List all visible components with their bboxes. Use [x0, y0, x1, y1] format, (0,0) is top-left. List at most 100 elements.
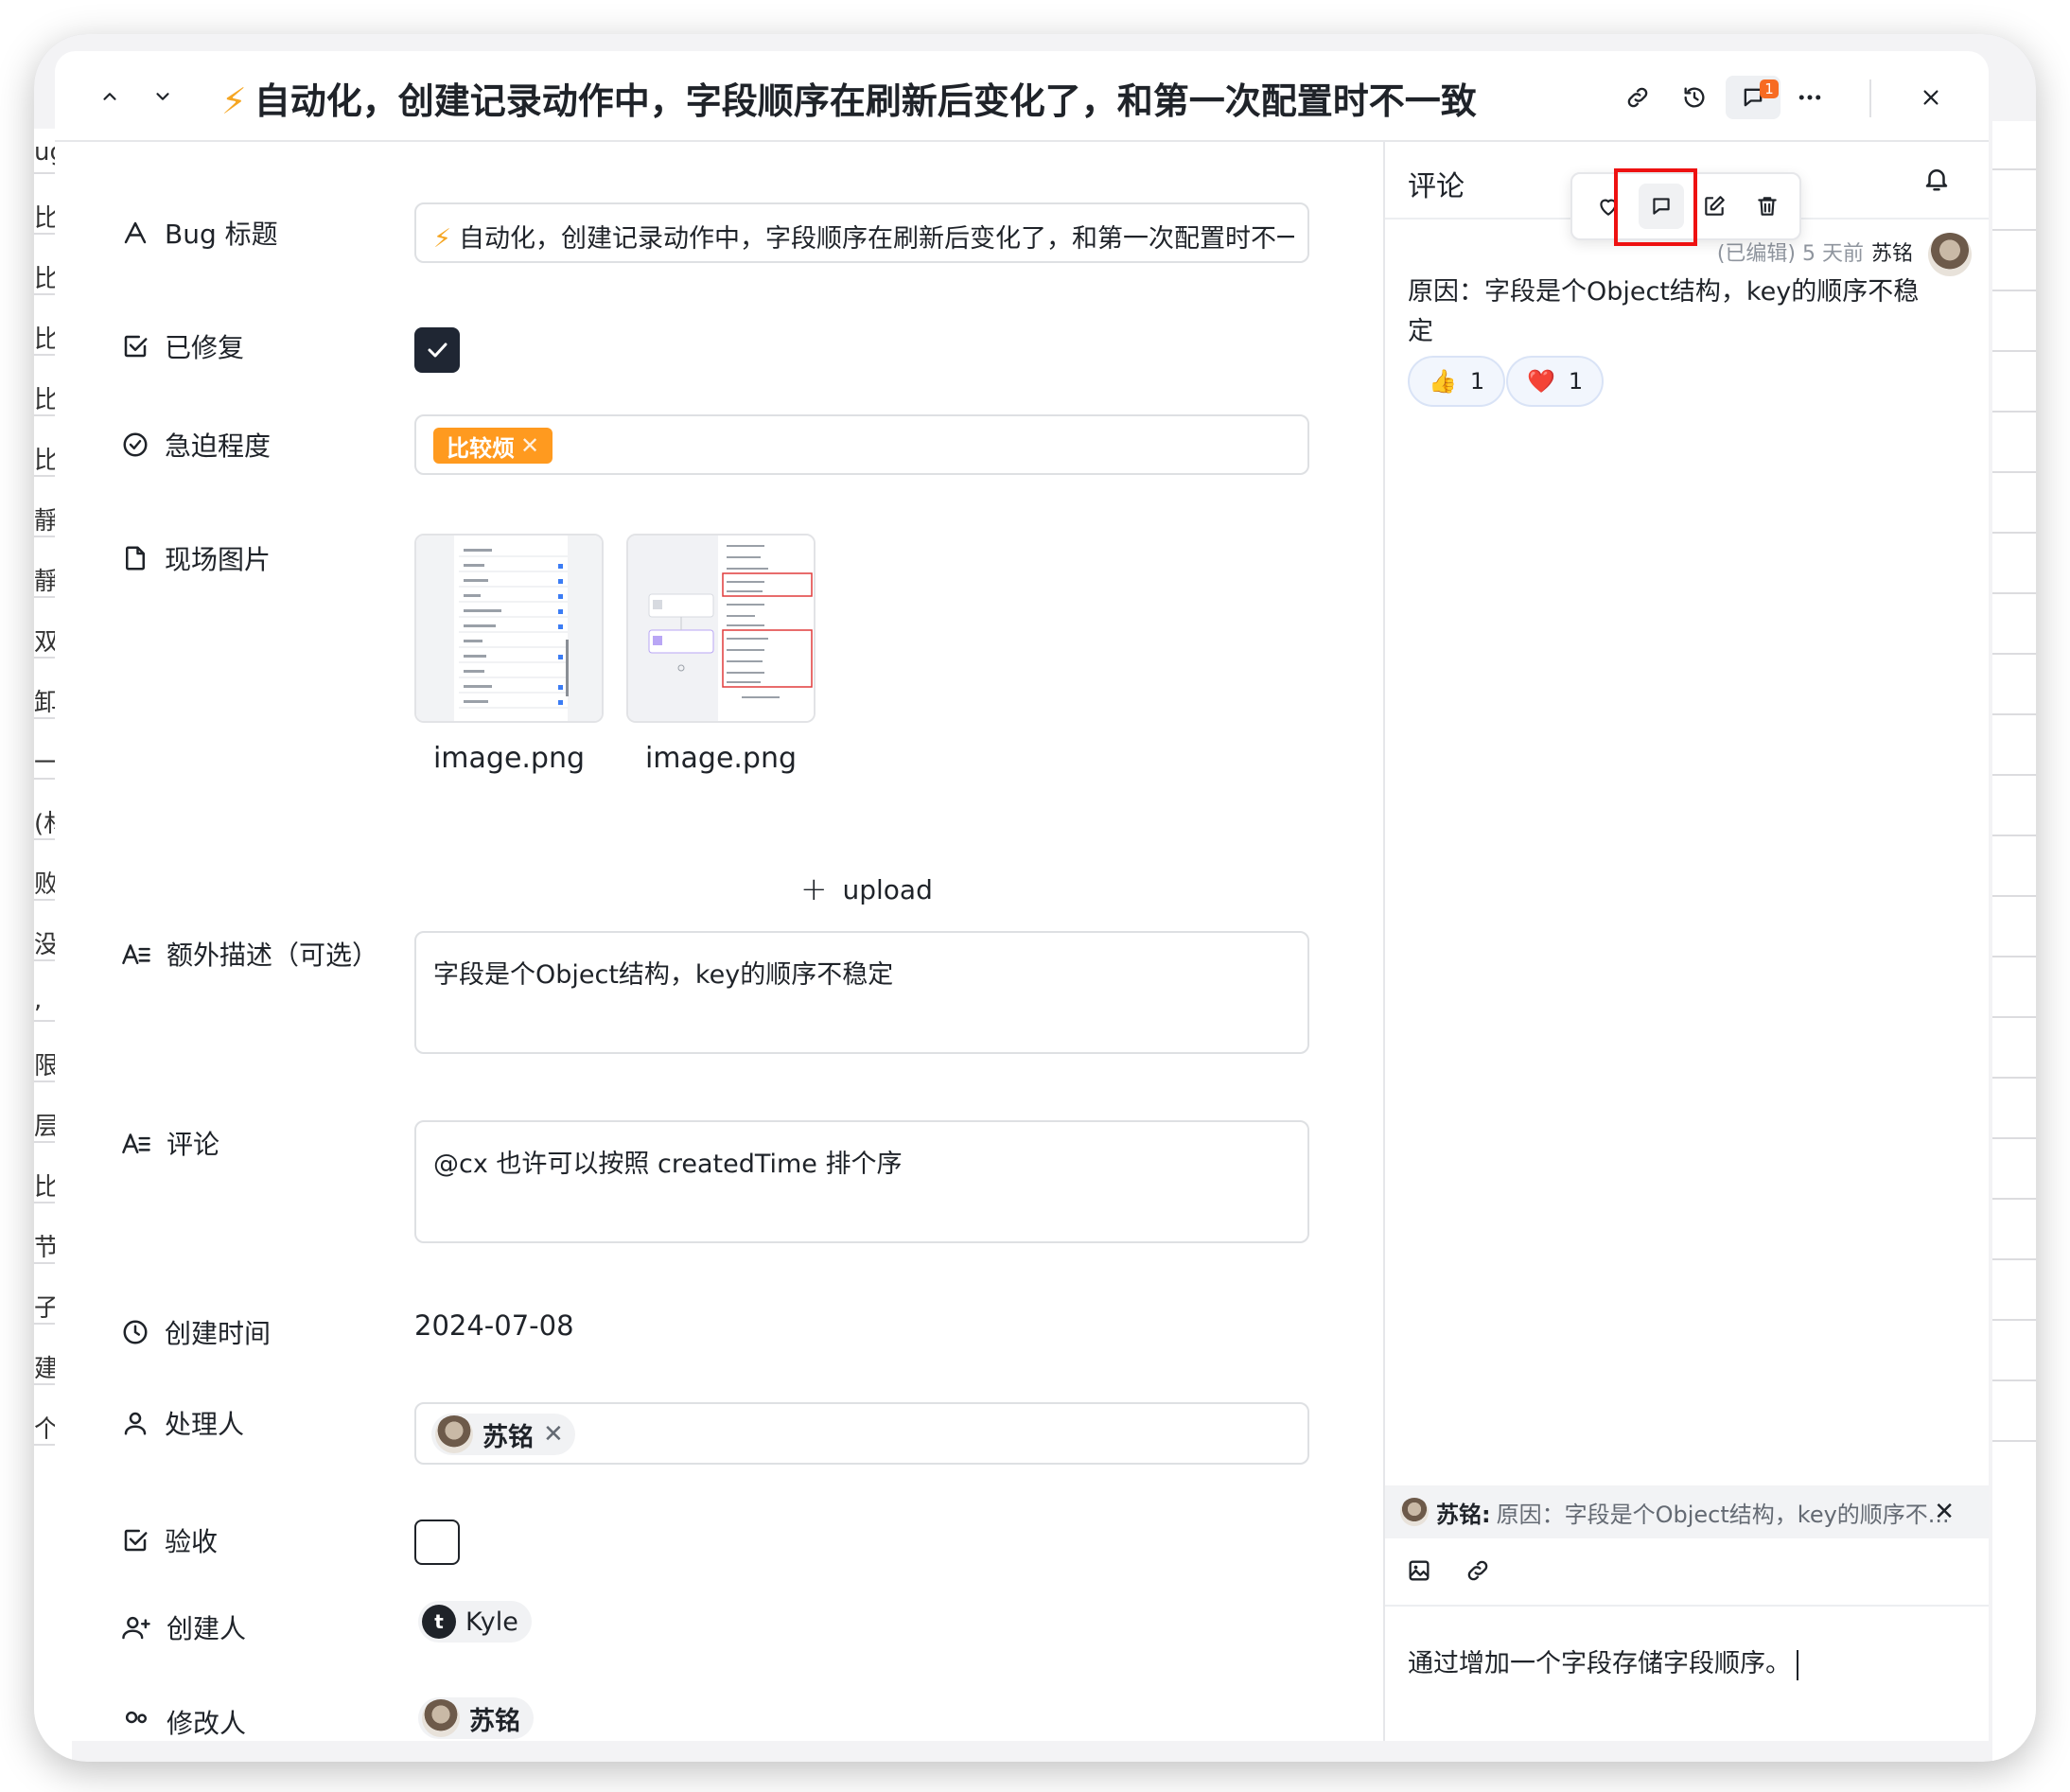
lightning-icon: ⚡	[433, 224, 451, 254]
reaction-heart[interactable]: ❤️ 1	[1506, 356, 1605, 407]
urgency-tag: 比较烦 ✕	[433, 428, 553, 464]
background-row-line	[1992, 1016, 2036, 1018]
chevron-down-icon	[156, 93, 169, 100]
comment-editor[interactable]: 通过增加一个字段存储字段顺序。	[1408, 1643, 1798, 1680]
background-row-line	[1992, 1077, 2036, 1079]
background-row-line	[1992, 350, 2036, 352]
text-type-icon	[124, 221, 147, 244]
field-label-modifier: 修改人	[121, 1703, 246, 1741]
trash-icon	[1758, 197, 1777, 216]
accepted-checkbox[interactable]	[414, 1520, 460, 1565]
background-row-line	[1992, 290, 2036, 291]
history-icon	[1684, 87, 1705, 108]
modifier-chip: 苏铭	[418, 1697, 534, 1739]
remove-tag-icon[interactable]: ✕	[520, 432, 539, 459]
background-row-line	[1992, 956, 2036, 957]
assignee-select[interactable]: 苏铭 ✕	[414, 1402, 1309, 1465]
description-textarea[interactable]: 字段是个Object结构，key的顺序不稳定	[414, 931, 1309, 1054]
urgency-select[interactable]: 比较烦 ✕	[414, 414, 1309, 475]
record-detail-modal: ⚡ 自动化，创建记录动作中，字段顺序在刷新后变化了，和第一次配置时不一致 1 Bu…	[55, 51, 1989, 1741]
field-label-text: 验收	[165, 1526, 219, 1557]
long-text-type-icon	[122, 1133, 150, 1154]
bug-title-input[interactable]: ⚡ 自动化，创建记录动作中，字段顺序在刷新后变化了，和第一次配置时不一致	[414, 202, 1309, 263]
close-icon	[1923, 90, 1938, 105]
previous-record-button[interactable]	[91, 78, 129, 115]
background-row-line	[1992, 168, 2036, 170]
remove-person-icon[interactable]: ✕	[543, 1420, 564, 1449]
photo-filename[interactable]: image.png	[414, 742, 604, 775]
comments-toggle-button[interactable]: 1	[1726, 76, 1781, 119]
checkbox-type-icon	[124, 335, 148, 358]
close-button[interactable]	[1909, 76, 1953, 119]
reply-snippet: 原因：字段是个Object结构，key的顺序不...	[1496, 1501, 1950, 1528]
photo-thumbnail[interactable]	[626, 534, 816, 723]
field-label-accepted: 验收	[121, 1521, 218, 1559]
upload-button[interactable]: + upload	[800, 870, 933, 908]
field-label-text: 评论	[167, 1129, 220, 1160]
next-record-button[interactable]	[144, 78, 182, 115]
page-title: ⚡ 自动化，创建记录动作中，字段顺序在刷新后变化了，和第一次配置时不一致	[221, 72, 1477, 124]
field-label-assignee: 处理人	[121, 1404, 244, 1442]
subscribe-button[interactable]	[1922, 165, 1951, 197]
delete-button[interactable]	[1745, 184, 1790, 229]
assignee-name: 苏铭	[482, 1422, 534, 1452]
fixed-checkbox[interactable]	[414, 327, 460, 373]
chevron-up-icon	[103, 93, 116, 100]
assignee-chip: 苏铭 ✕	[431, 1414, 575, 1455]
background-row-line	[1992, 1258, 2036, 1260]
field-label-text: Bug 标题	[165, 219, 278, 250]
reaction-count: 1	[1568, 368, 1584, 395]
comment-textarea[interactable]: @cx 也许可以按照 createdTime 排个序	[414, 1120, 1309, 1243]
background-row-line	[1992, 411, 2036, 413]
field-label-comment: 评论	[121, 1124, 219, 1162]
comment-count-badge: 1	[1760, 79, 1779, 98]
thumbs-up-icon: 👍	[1429, 368, 1457, 395]
created-time-value: 2024-07-08	[414, 1309, 574, 1342]
people-icon	[125, 1711, 148, 1724]
header-divider	[1869, 79, 1871, 117]
background-row-line	[1992, 532, 2036, 534]
plus-icon: +	[800, 870, 828, 908]
field-label-text: 急迫程度	[165, 430, 272, 462]
creator-name: Kyle	[465, 1607, 518, 1637]
comment-value: @cx 也许可以按照 createdTime 排个序	[433, 1150, 903, 1179]
background-row-line	[1992, 1319, 2036, 1321]
description-value: 字段是个Object结构，key的顺序不稳定	[433, 960, 894, 990]
history-button[interactable]	[1673, 76, 1716, 119]
field-label-text: 创建时间	[165, 1318, 272, 1349]
image-preview-icon	[628, 536, 814, 721]
background-row-line	[1992, 1440, 2036, 1442]
lightning-icon: ⚡	[221, 80, 247, 122]
person-icon	[124, 1412, 147, 1435]
bug-title-value: ⚡ 自动化，创建记录动作中，字段顺序在刷新后变化了，和第一次配置时不一致	[433, 218, 1294, 255]
avatar	[1400, 1498, 1429, 1526]
cancel-reply-button[interactable]: ✕	[1934, 1498, 1955, 1526]
insert-image-button[interactable]	[1406, 1557, 1432, 1588]
background-row-line	[1992, 895, 2036, 897]
field-label-text: 创建人	[167, 1613, 247, 1644]
field-label-text: 修改人	[167, 1708, 247, 1739]
background-row-line	[1992, 1198, 2036, 1200]
edit-button[interactable]	[1692, 184, 1737, 229]
background-row-line	[1992, 1137, 2036, 1139]
field-label-fixed: 已修复	[121, 327, 244, 365]
modifier-name: 苏铭	[469, 1706, 520, 1736]
field-list: Bug 标题 ⚡ 自动化，创建记录动作中，字段顺序在刷新后变化了，和第一次配置时不…	[55, 142, 1383, 1741]
comment-body: 原因：字段是个Object结构，key的顺序不稳定	[1408, 277, 1920, 346]
edit-icon	[1705, 196, 1725, 216]
copy-link-button[interactable]	[1616, 76, 1659, 119]
insert-link-button[interactable]	[1465, 1557, 1491, 1588]
reaction-thumbs-up[interactable]: 👍 1	[1408, 356, 1506, 407]
more-button[interactable]	[1788, 76, 1832, 119]
link-icon	[1467, 1560, 1488, 1581]
background-right-column	[1992, 121, 2036, 1762]
editor-toolbar	[1385, 1538, 1989, 1607]
avatar	[1928, 233, 1972, 276]
bug-title-text: 自动化，创建记录动作中，字段顺序在刷新后变化了，和第一次配置时不一致	[458, 224, 1294, 254]
photo-filename[interactable]: image.png	[626, 742, 816, 775]
avatar	[435, 1415, 473, 1453]
field-label-creator: 创建人	[121, 1608, 246, 1646]
photo-thumbnail[interactable]	[414, 534, 604, 723]
field-label-bug-title: Bug 标题	[121, 214, 278, 252]
page-title-text: 自动化，创建记录动作中，字段顺序在刷新后变化了，和第一次配置时不一致	[254, 80, 1477, 122]
